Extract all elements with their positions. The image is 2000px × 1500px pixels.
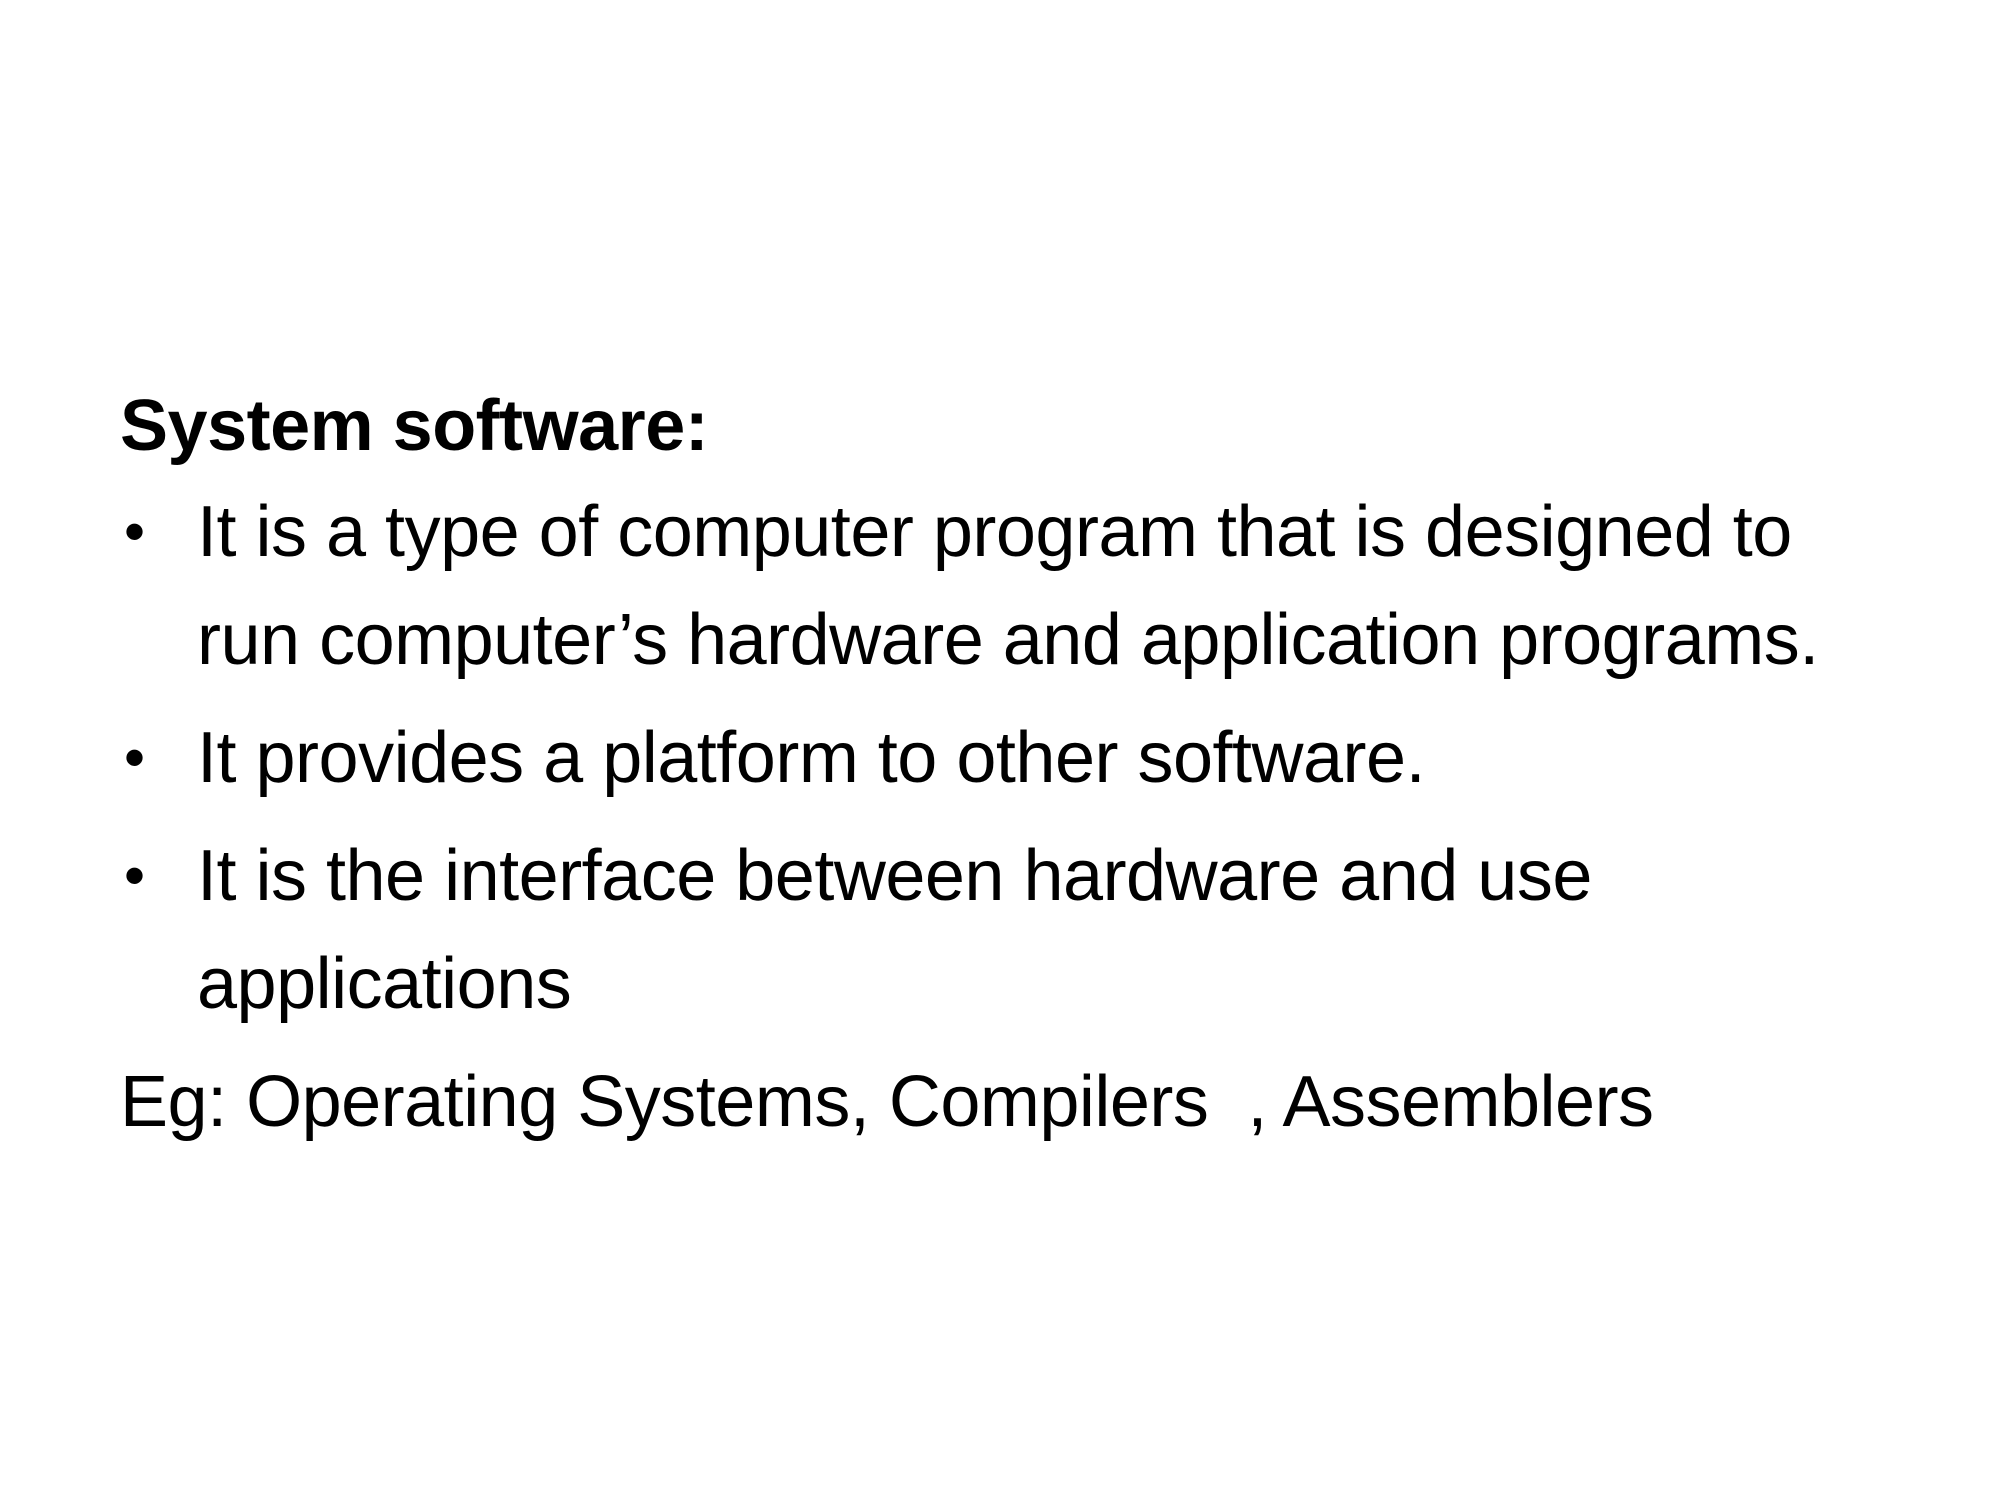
slide-content: System software: • It is a type of compu… [120,378,1880,1156]
bullet-text: It provides a platform to other software… [197,718,1426,798]
bullet-icon: • [124,498,145,565]
bullet-icon: • [124,842,145,909]
bullet-item: • It provides a platform to other softwa… [120,704,1880,812]
bullet-text: It is a type of computer program that is… [197,492,1819,680]
bullet-item: • It is the interface between hardware a… [120,822,1880,1038]
example-line: Eg: Operating Systems, Compilers , Assem… [120,1062,1654,1142]
bullet-item: • It is a type of computer program that … [120,478,1880,694]
bullet-icon: • [124,724,145,791]
bullet-text: It is the interface between hardware and… [197,836,1592,1024]
slide-heading: System software: [120,386,709,466]
bullet-list: • It is a type of computer program that … [120,478,1880,1038]
slide: System software: • It is a type of compu… [0,0,2000,1500]
